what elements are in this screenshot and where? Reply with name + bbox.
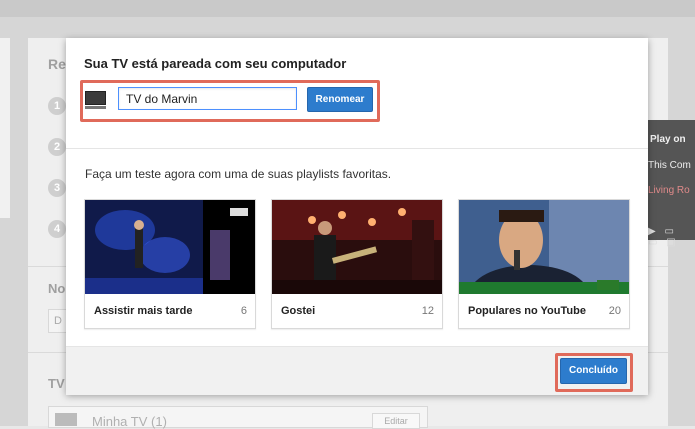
background-play-label: Play on — [650, 134, 686, 145]
background-video-line1: This Com — [648, 160, 691, 171]
background-input: D — [48, 309, 68, 333]
background-my-tv-label: Minha TV (1) — [92, 414, 167, 429]
top-bar — [0, 0, 695, 17]
playlist-card-liked[interactable]: Gostei 12 — [271, 199, 443, 329]
pairing-dialog: Sua TV está pareada com seu computador R… — [66, 38, 648, 395]
playlist-count: 6 — [240, 305, 247, 317]
background-notify-heading: No — [48, 281, 66, 296]
tv-name-input[interactable] — [118, 87, 297, 110]
background-video-line2: Living Ro — [648, 185, 690, 196]
dialog-subtitle: Faça um teste agora com uma de suas play… — [85, 167, 392, 181]
playlist-count: 20 — [608, 305, 621, 317]
playlist-card-popular[interactable]: Populares no YouTube 20 — [458, 199, 630, 329]
background-left-card — [0, 38, 10, 218]
playlist-card-watch-later[interactable]: Assistir mais tarde 6 — [84, 199, 256, 329]
dialog-title: Sua TV está pareada com seu computador — [84, 56, 347, 71]
done-button[interactable]: Concluído — [560, 358, 627, 384]
video-controls-icons: ▶ ▭ ▭ ▣ — [648, 226, 679, 248]
playlist-title: Populares no YouTube — [468, 305, 586, 317]
step-2-circle: 2 — [48, 138, 66, 156]
playlist-title: Assistir mais tarde — [94, 305, 193, 317]
playlist-thumbnail — [272, 200, 442, 294]
step-3-circle: 3 — [48, 179, 66, 197]
playlist-thumbnail — [459, 200, 629, 294]
background-tvs-heading: TV — [48, 376, 65, 391]
step-4-circle: 4 — [48, 220, 66, 238]
background-edit-button: Editar — [372, 413, 420, 429]
step-1-circle: 1 — [48, 97, 66, 115]
background-heading: Re — [48, 56, 66, 72]
rename-button[interactable]: Renomear — [307, 87, 373, 112]
dialog-divider — [66, 148, 648, 149]
playlist-thumbnail — [85, 200, 255, 294]
tv-icon — [85, 91, 106, 109]
tv-icon — [55, 413, 77, 426]
playlist-title: Gostei — [281, 305, 316, 317]
playlist-count: 12 — [421, 305, 434, 317]
